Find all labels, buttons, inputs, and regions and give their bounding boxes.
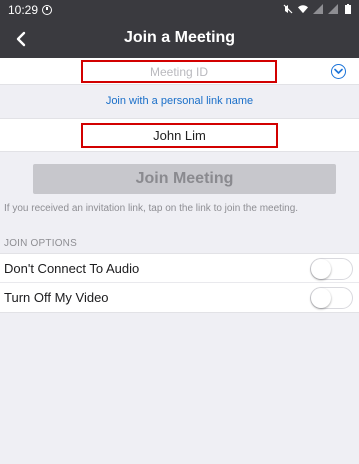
nav-bar: Join a Meeting xyxy=(0,20,359,58)
personal-link-name-link[interactable]: Join with a personal link name xyxy=(0,95,359,107)
meeting-id-input[interactable] xyxy=(81,60,277,83)
status-bar: 10:29 xyxy=(0,0,359,20)
battery-icon xyxy=(345,4,351,14)
audio-toggle[interactable] xyxy=(310,258,353,280)
option-row-audio: Don't Connect To Audio xyxy=(0,253,359,283)
option-row-video: Turn Off My Video xyxy=(0,283,359,313)
display-name-input[interactable] xyxy=(81,123,278,148)
status-time: 10:29 xyxy=(8,3,39,17)
signal-icon xyxy=(313,4,323,14)
alarm-icon xyxy=(42,5,53,15)
join-options-header: JOIN OPTIONS xyxy=(4,238,77,249)
option-label-audio: Don't Connect To Audio xyxy=(4,261,140,276)
name-row xyxy=(0,118,359,152)
page-title: Join a Meeting xyxy=(123,29,236,46)
join-meeting-button[interactable]: Join Meeting xyxy=(33,164,336,194)
video-toggle[interactable] xyxy=(310,287,353,309)
toggle-knob xyxy=(311,259,331,279)
status-icons xyxy=(283,4,353,14)
option-label-video: Turn Off My Video xyxy=(4,290,109,305)
wifi-icon xyxy=(298,5,308,14)
meeting-id-row xyxy=(0,58,359,85)
mute-icon xyxy=(283,4,293,14)
status-time-group: 10:29 xyxy=(8,3,53,17)
chevron-down-circle-icon xyxy=(334,68,343,74)
invitation-hint: If you received an invitation link, tap … xyxy=(4,203,299,214)
toggle-knob xyxy=(311,288,331,308)
signal-icon xyxy=(328,4,338,14)
meeting-history-button[interactable] xyxy=(331,64,346,79)
